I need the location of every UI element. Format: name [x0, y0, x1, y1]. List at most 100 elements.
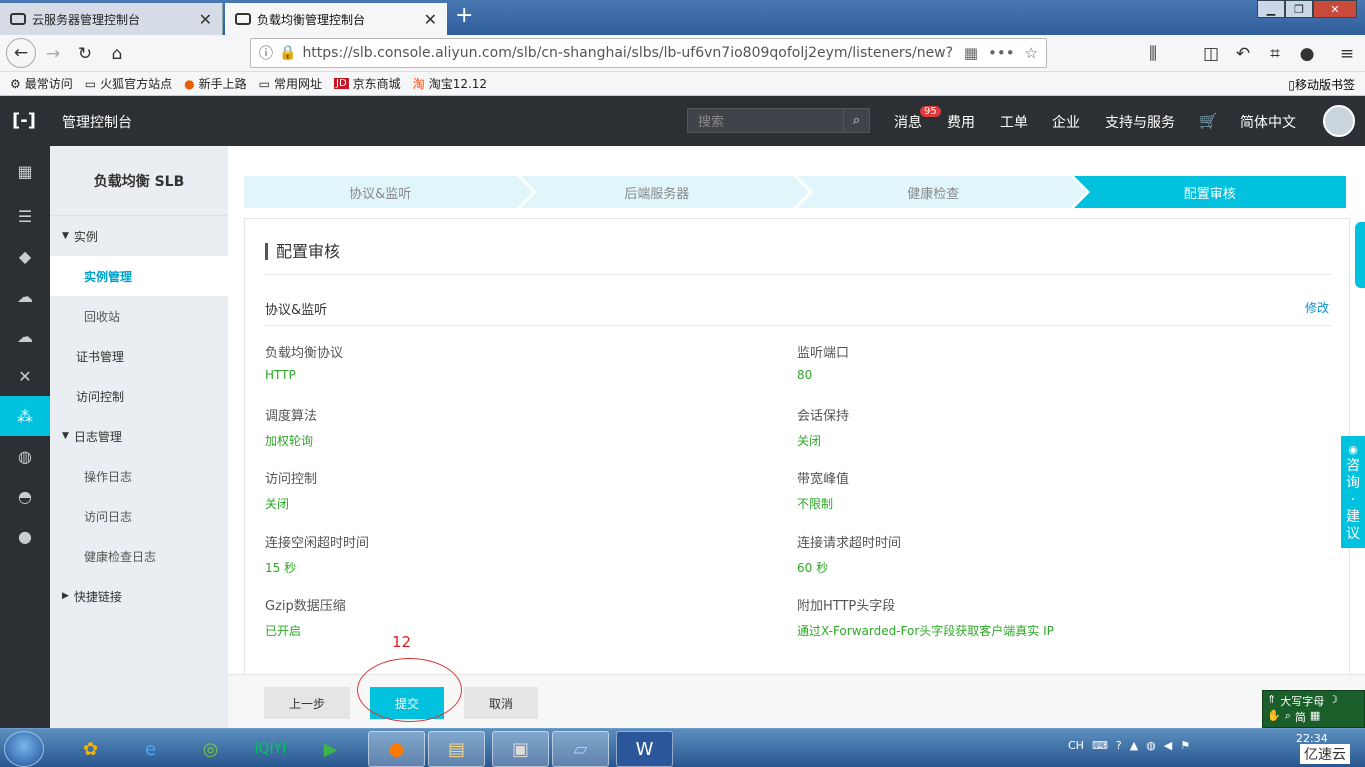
cancel-button[interactable]: 取消: [464, 687, 538, 719]
sidebar-group-quick-links[interactable]: ▶ 快捷链接: [50, 576, 228, 616]
hand-icon: ✋: [1267, 709, 1281, 722]
tray-arrow-icon[interactable]: ▲: [1130, 739, 1138, 752]
bookmark-star-icon[interactable]: ☆: [1025, 44, 1038, 62]
undo-icon[interactable]: ↶: [1230, 42, 1256, 66]
nav-tickets[interactable]: 工单: [1000, 112, 1028, 132]
list-icon[interactable]: ☰: [0, 196, 50, 236]
divider: [265, 325, 1331, 326]
sidebar-group-instances[interactable]: ▼ 实例: [50, 216, 228, 256]
home-icon[interactable]: ⌂: [104, 42, 130, 66]
right-collapse-tab[interactable]: [1355, 222, 1365, 288]
input-language[interactable]: CH: [1068, 739, 1084, 752]
browser-tab-active[interactable]: 负载均衡管理控制台 ✕: [225, 3, 447, 35]
notepad-icon[interactable]: ▱: [552, 731, 609, 767]
gear-icon: ⚙: [10, 76, 21, 91]
url-text[interactable]: https://slb.console.aliyun.com/slb/cn-sh…: [302, 45, 953, 61]
slb-icon[interactable]: ⁂: [0, 396, 50, 436]
bookmark-item[interactable]: JD 京东商城: [334, 75, 401, 92]
explorer-icon[interactable]: ▤: [428, 731, 485, 767]
edit-link[interactable]: 修改: [1305, 299, 1329, 316]
bookmark-item[interactable]: ⚙ 最常访问: [10, 75, 73, 92]
browser-tab-inactive[interactable]: 云服务器管理控制台 ✕: [0, 3, 223, 35]
consult-feedback-button[interactable]: ◉ 咨 询 · 建 议: [1341, 436, 1365, 548]
bookmark-item[interactable]: ● 新手上路: [184, 75, 247, 92]
step-review[interactable]: 配置审核: [1073, 176, 1346, 208]
sidebar-item-instance-management[interactable]: 实例管理: [50, 256, 228, 296]
iqiyi-icon[interactable]: iQIYI: [242, 731, 299, 767]
bookmark-item[interactable]: ▭ 常用网址: [259, 75, 322, 92]
cloud-icon[interactable]: ☁: [0, 276, 50, 316]
flag-icon[interactable]: ⚑: [1180, 739, 1190, 752]
crop-icon[interactable]: ⌗: [1262, 42, 1288, 66]
sidebar-group-logs[interactable]: ▼ 日志管理: [50, 416, 228, 456]
bookmark-item[interactable]: ▭ 火狐官方站点: [85, 75, 172, 92]
sidebar-item-access-control[interactable]: 访问控制: [50, 376, 228, 416]
nav-messages[interactable]: 消息: [894, 112, 922, 132]
database-icon[interactable]: ◓: [0, 476, 50, 516]
help-icon[interactable]: ?: [1116, 739, 1122, 752]
browser-360-icon[interactable]: ◎: [182, 731, 239, 767]
maximize-icon[interactable]: ❐: [1285, 0, 1313, 18]
info-icon[interactable]: ⓘ: [259, 43, 273, 63]
panel-title: 配置审核: [265, 243, 340, 260]
nav-language[interactable]: 简体中文: [1240, 112, 1296, 132]
field-value: 80: [797, 368, 813, 382]
field-value: 通过X-Forwarded-For头字段获取客户端真实 IP: [797, 624, 1054, 638]
close-tab-icon[interactable]: ✕: [199, 10, 212, 29]
shield-icon[interactable]: ◆: [0, 236, 50, 276]
start-button-icon[interactable]: [4, 731, 44, 767]
search-input[interactable]: 搜索 ⌕: [687, 108, 870, 133]
cloud-upload-icon[interactable]: ☁: [0, 316, 50, 356]
sidebar-item-health-check-logs[interactable]: 健康检查日志: [50, 536, 228, 576]
window-close-icon[interactable]: ✕: [1313, 0, 1357, 18]
bookmark-item[interactable]: 淘淘宝12.12: [413, 75, 487, 92]
back-icon[interactable]: ←: [6, 38, 36, 68]
sidebar-item-operation-logs[interactable]: 操作日志: [50, 456, 228, 496]
sidebar-item-certificates[interactable]: 证书管理: [50, 336, 228, 376]
close-tab-icon[interactable]: ✕: [424, 10, 437, 29]
ie-icon[interactable]: e: [122, 731, 179, 767]
new-tab-icon[interactable]: +: [455, 4, 473, 28]
sidebar-item-recycle-bin[interactable]: 回收站: [50, 296, 228, 336]
search-icon[interactable]: ⌕: [843, 109, 869, 132]
library-icon[interactable]: ⫼: [1140, 42, 1166, 66]
word-icon[interactable]: W: [616, 731, 673, 767]
grid-icon[interactable]: ▦: [0, 151, 50, 191]
circle-icon[interactable]: ●: [0, 516, 50, 556]
url-bar[interactable]: ⓘ 🔒 https://slb.console.aliyun.com/slb/c…: [250, 38, 1047, 68]
firefox-taskbar-icon[interactable]: ●: [368, 731, 425, 767]
annotation-circle: [357, 658, 462, 722]
remote-desktop-icon[interactable]: ▣: [492, 731, 549, 767]
network-icon[interactable]: ◍: [1146, 739, 1156, 752]
nav-fees[interactable]: 费用: [947, 112, 975, 132]
aliyun-logo-icon[interactable]: [-]: [12, 110, 36, 131]
qr-code-icon[interactable]: ▦: [964, 44, 978, 62]
nav-enterprise[interactable]: 企业: [1052, 112, 1080, 132]
step-health-check[interactable]: 健康检查: [797, 176, 1089, 208]
globe-icon[interactable]: ◍: [0, 436, 50, 476]
media-player-icon[interactable]: ▶: [302, 731, 359, 767]
step-protocol-listener[interactable]: 协议&监听: [244, 176, 536, 208]
previous-button[interactable]: 上一步: [264, 687, 350, 719]
more-icon[interactable]: •••: [988, 44, 1015, 62]
tools-icon[interactable]: ✕: [0, 356, 50, 396]
avatar[interactable]: [1323, 105, 1355, 137]
minimize-icon[interactable]: ▁: [1257, 0, 1285, 18]
sidebar-item-access-logs[interactable]: 访问日志: [50, 496, 228, 536]
step-backend-servers[interactable]: 后端服务器: [520, 176, 813, 208]
cart-icon[interactable]: 🛒: [1199, 112, 1218, 130]
bookmark-label: 新手上路: [198, 77, 247, 91]
console-title[interactable]: 管理控制台: [62, 112, 132, 132]
photos-app-icon[interactable]: ✿: [62, 731, 119, 767]
sidebar-icon[interactable]: ◫: [1198, 42, 1224, 66]
menu-icon[interactable]: ≡: [1334, 42, 1360, 66]
forward-icon[interactable]: →: [40, 42, 66, 66]
mobile-bookmarks[interactable]: ▯移动版书签: [1288, 76, 1355, 93]
reload-icon[interactable]: ↻: [72, 42, 98, 66]
volume-icon[interactable]: ◀: [1164, 739, 1172, 752]
keyboard-icon[interactable]: ⌨: [1092, 739, 1108, 752]
bookmark-label: 常用网址: [273, 77, 322, 91]
chat-icon[interactable]: ●: [1294, 42, 1320, 66]
ime-toolbar[interactable]: ⇑ 大写字母 ☽ ✋ ⌕ 简 ▦: [1262, 690, 1365, 728]
nav-support[interactable]: 支持与服务: [1105, 112, 1175, 132]
